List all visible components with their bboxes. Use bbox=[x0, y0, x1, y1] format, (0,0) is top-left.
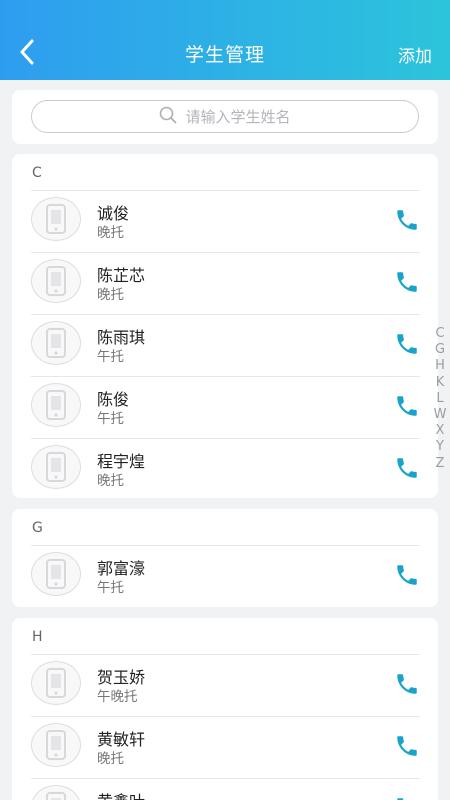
phone-device-icon bbox=[46, 668, 66, 698]
avatar bbox=[31, 785, 81, 800]
phone-device-icon bbox=[46, 792, 66, 800]
divider bbox=[31, 778, 420, 779]
phone-icon[interactable] bbox=[394, 455, 420, 481]
phone-device-icon bbox=[46, 390, 66, 420]
divider bbox=[31, 376, 420, 377]
list-item[interactable]: 诚俊 晚托 bbox=[12, 190, 438, 252]
phone-device-icon bbox=[46, 452, 66, 482]
index-letter[interactable]: G bbox=[435, 342, 445, 358]
index-letter[interactable]: X bbox=[436, 423, 445, 439]
index-letter[interactable]: W bbox=[434, 407, 447, 423]
divider bbox=[31, 654, 420, 655]
phone-device-icon bbox=[46, 266, 66, 296]
phone-icon[interactable] bbox=[394, 671, 420, 697]
avatar bbox=[31, 445, 81, 489]
index-letter[interactable]: K bbox=[436, 375, 445, 391]
student-service: 午托 bbox=[97, 580, 124, 596]
student-service: 晚托 bbox=[97, 287, 124, 303]
index-letter[interactable]: H bbox=[435, 358, 445, 374]
phone-icon[interactable] bbox=[394, 795, 420, 800]
group-g: G 郭富濠 午托 bbox=[12, 509, 438, 607]
search-input[interactable]: 请输入学生姓名 bbox=[31, 100, 419, 133]
list-item[interactable]: 郭富濠 午托 bbox=[12, 545, 438, 607]
search-icon bbox=[159, 106, 177, 128]
divider bbox=[31, 314, 420, 315]
list-item[interactable]: 贺玉娇 午晚托 bbox=[12, 654, 438, 716]
page-title: 学生管理 bbox=[184, 44, 265, 66]
student-service: 晚托 bbox=[97, 751, 124, 767]
student-name: 黄鑫叶 bbox=[97, 788, 145, 800]
add-button[interactable]: 添加 bbox=[398, 42, 432, 67]
phone-device-icon bbox=[46, 204, 66, 234]
student-service: 午晚托 bbox=[97, 689, 138, 705]
index-letter[interactable]: C bbox=[435, 326, 444, 342]
divider bbox=[31, 252, 420, 253]
index-letter[interactable]: Y bbox=[436, 439, 444, 455]
student-service: 晚托 bbox=[97, 225, 124, 241]
list-item[interactable]: 黄敏轩 晚托 bbox=[12, 716, 438, 778]
list-item[interactable]: 陈俊 午托 bbox=[12, 376, 438, 438]
student-service: 午托 bbox=[97, 349, 124, 365]
group-letter: C bbox=[32, 165, 42, 181]
list-item[interactable]: 程宇煌 晚托 bbox=[12, 438, 438, 498]
index-letter[interactable]: Z bbox=[436, 456, 445, 472]
phone-icon[interactable] bbox=[394, 331, 420, 357]
student-service: 午托 bbox=[97, 411, 124, 427]
avatar bbox=[31, 259, 81, 303]
phone-device-icon bbox=[46, 559, 66, 589]
divider bbox=[31, 190, 420, 191]
phone-device-icon bbox=[46, 328, 66, 358]
phone-icon[interactable] bbox=[394, 393, 420, 419]
phone-icon[interactable] bbox=[394, 269, 420, 295]
phone-icon[interactable] bbox=[394, 207, 420, 233]
alphabet-index[interactable]: C G H K L W X Y Z bbox=[432, 326, 448, 472]
student-service: 晚托 bbox=[97, 473, 124, 489]
list-item[interactable]: 陈雨琪 午托 bbox=[12, 314, 438, 376]
divider bbox=[31, 438, 420, 439]
avatar bbox=[31, 383, 81, 427]
divider bbox=[31, 716, 420, 717]
list-item[interactable]: 黄鑫叶 bbox=[12, 778, 438, 800]
group-letter: H bbox=[32, 629, 43, 645]
app-header: 学生管理 添加 bbox=[0, 0, 450, 80]
group-h: H 贺玉娇 午晚托 黄敏轩 晚托 黄鑫叶 bbox=[12, 618, 438, 800]
list-item[interactable]: 陈芷芯 晚托 bbox=[12, 252, 438, 314]
phone-icon[interactable] bbox=[394, 733, 420, 759]
search-placeholder: 请输入学生姓名 bbox=[185, 108, 291, 126]
avatar bbox=[31, 321, 81, 365]
avatar bbox=[31, 552, 81, 596]
avatar bbox=[31, 661, 81, 705]
index-letter[interactable]: L bbox=[436, 391, 443, 407]
group-letter: G bbox=[32, 520, 43, 536]
divider bbox=[31, 545, 420, 546]
avatar bbox=[31, 723, 81, 767]
search-card: 请输入学生姓名 bbox=[12, 90, 438, 144]
phone-device-icon bbox=[46, 730, 66, 760]
avatar bbox=[31, 197, 81, 241]
group-c: C 诚俊 晚托 陈芷芯 晚托 陈雨琪 午托 陈俊 午托 程宇煌 晚托 bbox=[12, 154, 438, 498]
phone-icon[interactable] bbox=[394, 562, 420, 588]
